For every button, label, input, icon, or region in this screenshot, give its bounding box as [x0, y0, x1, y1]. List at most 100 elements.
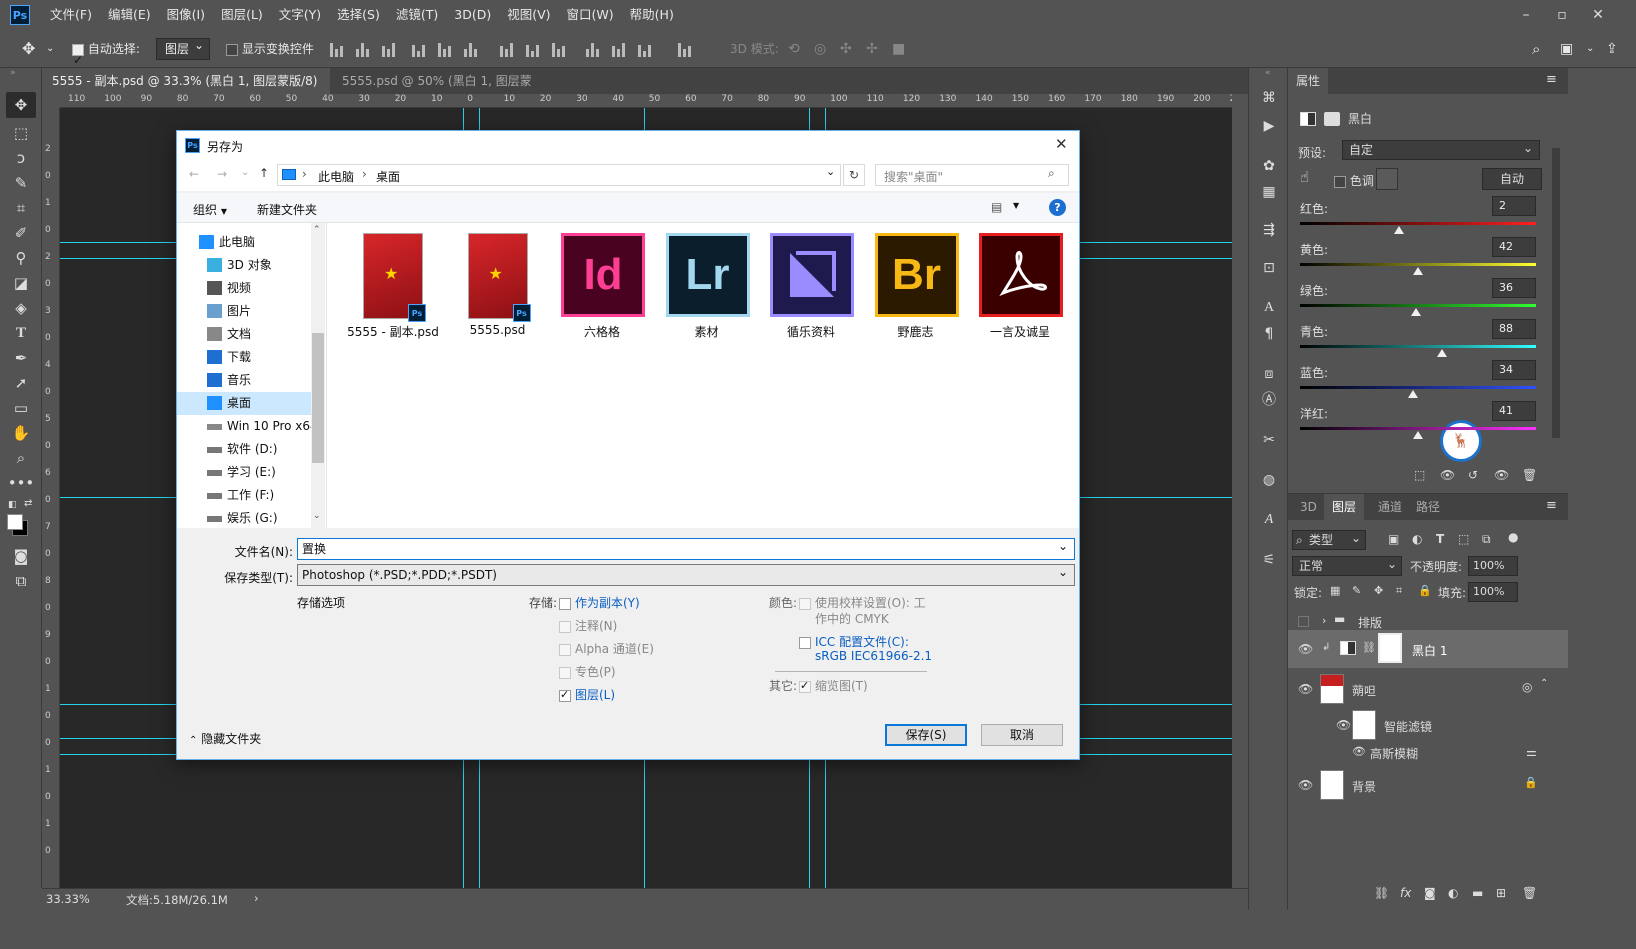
menu-item[interactable]: 文字(Y): [271, 0, 329, 30]
store-option[interactable]: Alpha 通道(E): [559, 640, 654, 657]
screen-mode-icon[interactable]: ⧉: [11, 571, 31, 591]
up-icon[interactable]: ↑: [259, 166, 269, 180]
menu-item[interactable]: 图层(L): [213, 0, 271, 30]
close-icon[interactable]: ✕: [1584, 4, 1612, 26]
menu-item[interactable]: 图像(I): [159, 0, 213, 30]
tree-scrollbar[interactable]: ⌃ ⌄: [311, 223, 325, 528]
filter-shape-icon[interactable]: ⬚: [1458, 532, 1469, 546]
path-select-tool-icon[interactable]: ➚: [11, 373, 31, 393]
tree-item[interactable]: 文档: [177, 323, 311, 346]
tab-layers-1[interactable]: 图层: [1324, 494, 1365, 520]
panel-menu-icon[interactable]: ≡: [1546, 498, 1557, 513]
proof-option[interactable]: 使用校样设置(O): 工: [799, 594, 926, 611]
add-mask-icon[interactable]: ◙: [1424, 886, 1436, 900]
align-distribute-icon[interactable]: [586, 41, 602, 57]
thumbnail-checkbox[interactable]: [799, 679, 811, 693]
mask-icon[interactable]: [1324, 112, 1340, 126]
file-item[interactable]: 循乐资料: [761, 223, 861, 341]
status-menu-arrow[interactable]: ›: [254, 891, 259, 905]
filter-adjustment-icon[interactable]: ◐: [1412, 532, 1422, 546]
slider-track[interactable]: [1300, 304, 1536, 307]
new-adjustment-icon[interactable]: ◐: [1448, 886, 1458, 900]
visibility-off-box[interactable]: [1298, 616, 1309, 627]
slider-track[interactable]: [1300, 345, 1536, 348]
tab-layers-0[interactable]: 3D: [1292, 494, 1325, 520]
store-option-checkbox[interactable]: [559, 666, 571, 679]
align-distribute-icon[interactable]: [382, 41, 398, 57]
3d-roll-icon[interactable]: ◎: [814, 30, 826, 68]
3d-slide-icon[interactable]: ✢: [866, 30, 878, 68]
libraries-icon[interactable]: ⊡: [1259, 258, 1279, 278]
layer-row-filter[interactable]: 👁 高斯模糊 ⚌: [1288, 742, 1568, 764]
icc-checkbox[interactable]: [799, 636, 811, 649]
panel-menu-icon[interactable]: ≡: [1546, 72, 1557, 87]
organize-button[interactable]: 组织 ▼: [193, 201, 227, 218]
filter-mask-thumbnail[interactable]: [1352, 710, 1376, 740]
proof-checkbox[interactable]: [799, 597, 811, 610]
3d-orbit-icon[interactable]: ⟲: [788, 30, 800, 68]
actions-play-icon[interactable]: ▶: [1259, 116, 1279, 136]
3d-icon[interactable]: ◍: [1259, 470, 1279, 490]
pen-tool-icon[interactable]: ✒: [11, 348, 31, 368]
align-distribute-icon[interactable]: [330, 41, 346, 57]
view-options-icon[interactable]: ▤: [991, 200, 1002, 214]
type-tool-icon[interactable]: T: [11, 323, 31, 343]
workspace-chevron-icon[interactable]: ⌄: [1586, 30, 1594, 68]
stamp-tool-icon[interactable]: ⚲: [11, 248, 31, 268]
slider-thumb[interactable]: [1413, 431, 1423, 439]
brush-settings-icon[interactable]: ⚟: [1259, 550, 1279, 570]
smart-filter-icon[interactable]: ◎: [1522, 680, 1532, 694]
store-option[interactable]: 图层(L): [559, 686, 615, 703]
clip-to-layer-icon[interactable]: ⬚: [1414, 468, 1425, 482]
align-distribute-icon[interactable]: [438, 41, 454, 57]
slider-thumb[interactable]: [1410, 308, 1421, 316]
align-distribute-icon[interactable]: [638, 41, 654, 57]
tree-item[interactable]: 软件 (D:): [177, 438, 311, 461]
align-distribute-icon[interactable]: [612, 41, 628, 57]
tree-item[interactable]: 图片: [177, 300, 311, 323]
fx-icon[interactable]: fx: [1400, 886, 1411, 900]
menu-item[interactable]: 编辑(E): [100, 0, 159, 30]
thumbnail-option[interactable]: 缩览图(T): [799, 677, 868, 694]
slider-track[interactable]: [1300, 222, 1536, 225]
move-tool-icon[interactable]: ✥: [6, 92, 36, 118]
align-distribute-icon[interactable]: [552, 41, 568, 57]
foreground-color-swatch[interactable]: [7, 514, 23, 530]
recent-chevron-icon[interactable]: ⌄: [241, 167, 249, 178]
slider-track[interactable]: [1300, 386, 1536, 389]
minimize-icon[interactable]: –: [1512, 4, 1540, 26]
opacity-field[interactable]: 100%: [1468, 556, 1518, 576]
reset-icon[interactable]: ↺: [1468, 468, 1478, 482]
file-item[interactable]: ★ Ps 5555.psd: [448, 223, 548, 341]
tab-properties[interactable]: 属性: [1288, 68, 1329, 94]
share-icon[interactable]: ⇪: [1606, 30, 1618, 68]
slider-value-field[interactable]: 36: [1492, 278, 1536, 298]
menu-item[interactable]: 窗口(W): [559, 0, 622, 30]
chevron-down-icon[interactable]: ⌄: [1058, 536, 1068, 556]
eraser-tool-icon[interactable]: ◪: [11, 273, 31, 293]
eye-icon[interactable]: 👁: [1298, 778, 1313, 792]
lock-transparency-icon[interactable]: ▦: [1330, 584, 1340, 597]
tab-5555-copy[interactable]: 5555 - 副本.psd @ 33.3% (黑白 1, 图层蒙版/8) * ×: [42, 68, 330, 114]
filename-input[interactable]: 置换 ⌄: [297, 538, 1075, 560]
tree-item[interactable]: 3D 对象: [177, 254, 311, 277]
new-folder-button[interactable]: 新建文件夹: [257, 201, 317, 218]
breadcrumb-desktop[interactable]: 桌面: [376, 168, 400, 185]
address-bar[interactable]: › 此电脑 › 桌面 ⌄: [277, 164, 841, 186]
scroll-up-icon[interactable]: ⌃: [313, 225, 321, 235]
chevron-up-icon[interactable]: ⌃: [1540, 678, 1548, 689]
more-tools-icon[interactable]: •••: [8, 473, 35, 493]
zoom-level[interactable]: 33.33%: [46, 892, 90, 906]
link-icon[interactable]: ⛓: [1362, 641, 1376, 654]
clone-source-icon[interactable]: ⧈: [1259, 364, 1279, 384]
brush-tool-icon[interactable]: ✐: [11, 223, 31, 243]
save-button[interactable]: 保存(S): [885, 724, 967, 746]
visibility-icon[interactable]: 👁: [1494, 468, 1509, 482]
breadcrumb-this-pc[interactable]: 此电脑: [318, 168, 354, 185]
store-option-checkbox[interactable]: [559, 597, 571, 610]
filetype-dropdown[interactable]: Photoshop (*.PSD;*.PDD;*.PSDT) ⌄: [297, 564, 1075, 586]
filter-options-icon[interactable]: ⚌: [1526, 745, 1537, 759]
view-chevron-icon[interactable]: ▼: [1013, 201, 1019, 210]
lasso-tool-icon[interactable]: ↄ: [11, 148, 31, 168]
menu-item[interactable]: 选择(S): [329, 0, 388, 30]
